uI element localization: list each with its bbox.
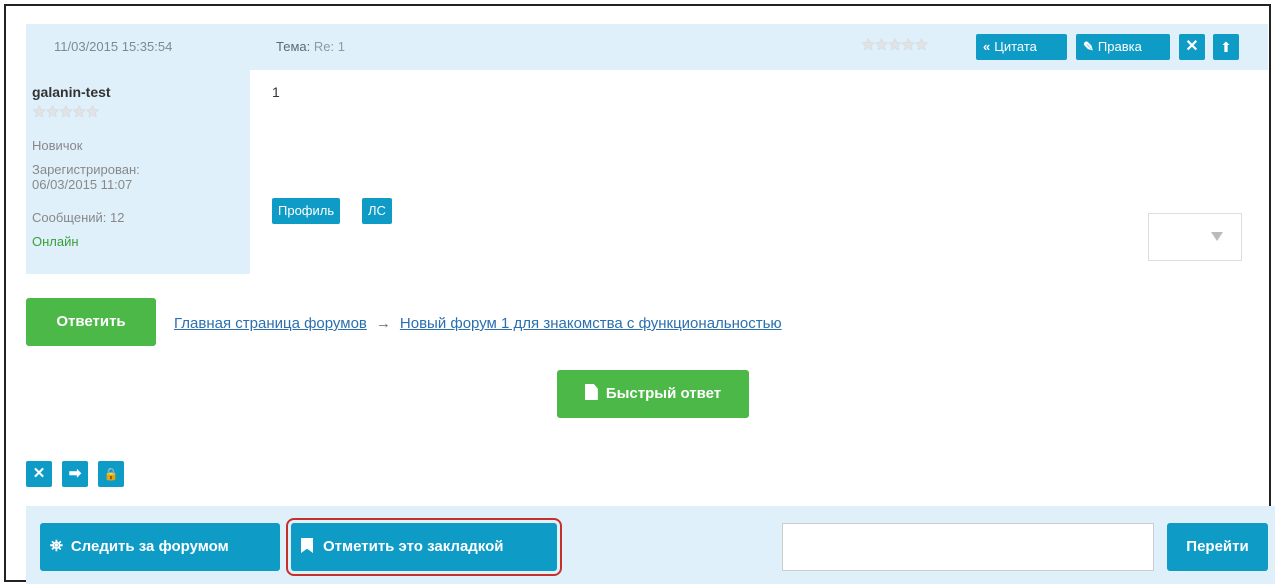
topic-label: Тема: bbox=[276, 39, 311, 54]
follow-label: Следить за форумом bbox=[70, 538, 229, 555]
arrow-up-icon: ⬆ bbox=[1220, 39, 1232, 55]
quote-label: Цитата bbox=[994, 39, 1037, 54]
registered-date: 06/03/2015 11:07 bbox=[32, 177, 133, 192]
post-topic: Тема: Re: 1 bbox=[276, 39, 345, 54]
topic-value: Re: 1 bbox=[313, 39, 345, 54]
quick-reply-label: Быстрый ответ bbox=[605, 385, 722, 402]
edit-label: Правка bbox=[1097, 39, 1142, 54]
user-registered: Зарегистрирован: 06/03/2015 11:07 bbox=[32, 162, 140, 192]
post-actions-select[interactable] bbox=[1148, 213, 1242, 261]
user-rank: Новичок bbox=[32, 138, 83, 153]
edit-button[interactable]: ✎ Правка bbox=[1076, 34, 1170, 60]
goto-input[interactable] bbox=[782, 523, 1154, 571]
scroll-up-button[interactable]: ⬆ bbox=[1213, 34, 1239, 60]
user-panel: galanin-test ★★★★★ Новичок Зарегистриров… bbox=[26, 70, 250, 274]
post-body: 1 bbox=[272, 84, 280, 100]
post-header: 11/03/2015 15:35:54 Тема: Re: 1 ★★★★★ «Ц… bbox=[26, 24, 1268, 70]
close-icon: ✕ bbox=[1185, 38, 1199, 55]
profile-button[interactable]: Профиль bbox=[272, 198, 341, 224]
quote-icon: « bbox=[983, 39, 991, 54]
bookmark-icon bbox=[301, 538, 313, 553]
user-messages-count: Сообщений: 12 bbox=[32, 210, 125, 225]
goto-button[interactable]: Перейти bbox=[1167, 523, 1268, 571]
close-icon: ✕ bbox=[32, 465, 46, 482]
follow-forum-button[interactable]: ⛯ Следить за форумом bbox=[40, 523, 280, 571]
user-rating-stars: ★★★★★ bbox=[32, 104, 100, 121]
breadcrumb-home-link[interactable]: Главная страница форумов bbox=[174, 315, 367, 332]
bottom-bar: ⛯ Следить за форумом Отметить это закладк… bbox=[26, 506, 1275, 584]
lock-icon: 🔒 bbox=[103, 467, 119, 481]
quick-reply-button[interactable]: Быстрый ответ bbox=[557, 370, 749, 418]
pencil-icon: ✎ bbox=[1083, 39, 1094, 54]
bookmark-button[interactable]: Отметить это закладкой bbox=[286, 518, 562, 576]
registered-label: Зарегистрирован: bbox=[32, 162, 140, 177]
move-topic-button[interactable]: ➡ bbox=[62, 461, 88, 487]
post-date: 11/03/2015 15:35:54 bbox=[54, 39, 173, 54]
reply-button[interactable]: Ответить bbox=[26, 298, 156, 346]
post-rating-stars[interactable]: ★★★★★ bbox=[861, 35, 929, 55]
forum-page: 11/03/2015 15:35:54 Тема: Re: 1 ★★★★★ «Ц… bbox=[4, 4, 1275, 584]
delete-topic-button[interactable]: ✕ bbox=[26, 461, 52, 487]
quote-button[interactable]: «Цитата bbox=[976, 34, 1067, 60]
breadcrumb-separator: → bbox=[375, 315, 391, 332]
bookmark-label: Отметить это закладкой bbox=[323, 538, 504, 555]
user-online-status: Онлайн bbox=[32, 234, 79, 249]
breadcrumb: Главная страница форумов → Новый форум 1 д… bbox=[174, 315, 782, 332]
private-message-button[interactable]: ЛС bbox=[362, 198, 392, 224]
lock-topic-button[interactable]: 🔒 bbox=[98, 461, 124, 487]
delete-post-button[interactable]: ✕ bbox=[1179, 34, 1205, 60]
user-name[interactable]: galanin-test bbox=[32, 84, 111, 100]
chevron-down-icon bbox=[1211, 232, 1223, 241]
arrow-right-icon: ➡ bbox=[68, 465, 82, 482]
binoculars-icon: ⛯ bbox=[50, 538, 63, 555]
breadcrumb-forum-link[interactable]: Новый форум 1 для знакомства с функциона… bbox=[400, 315, 782, 332]
document-icon bbox=[584, 384, 598, 400]
